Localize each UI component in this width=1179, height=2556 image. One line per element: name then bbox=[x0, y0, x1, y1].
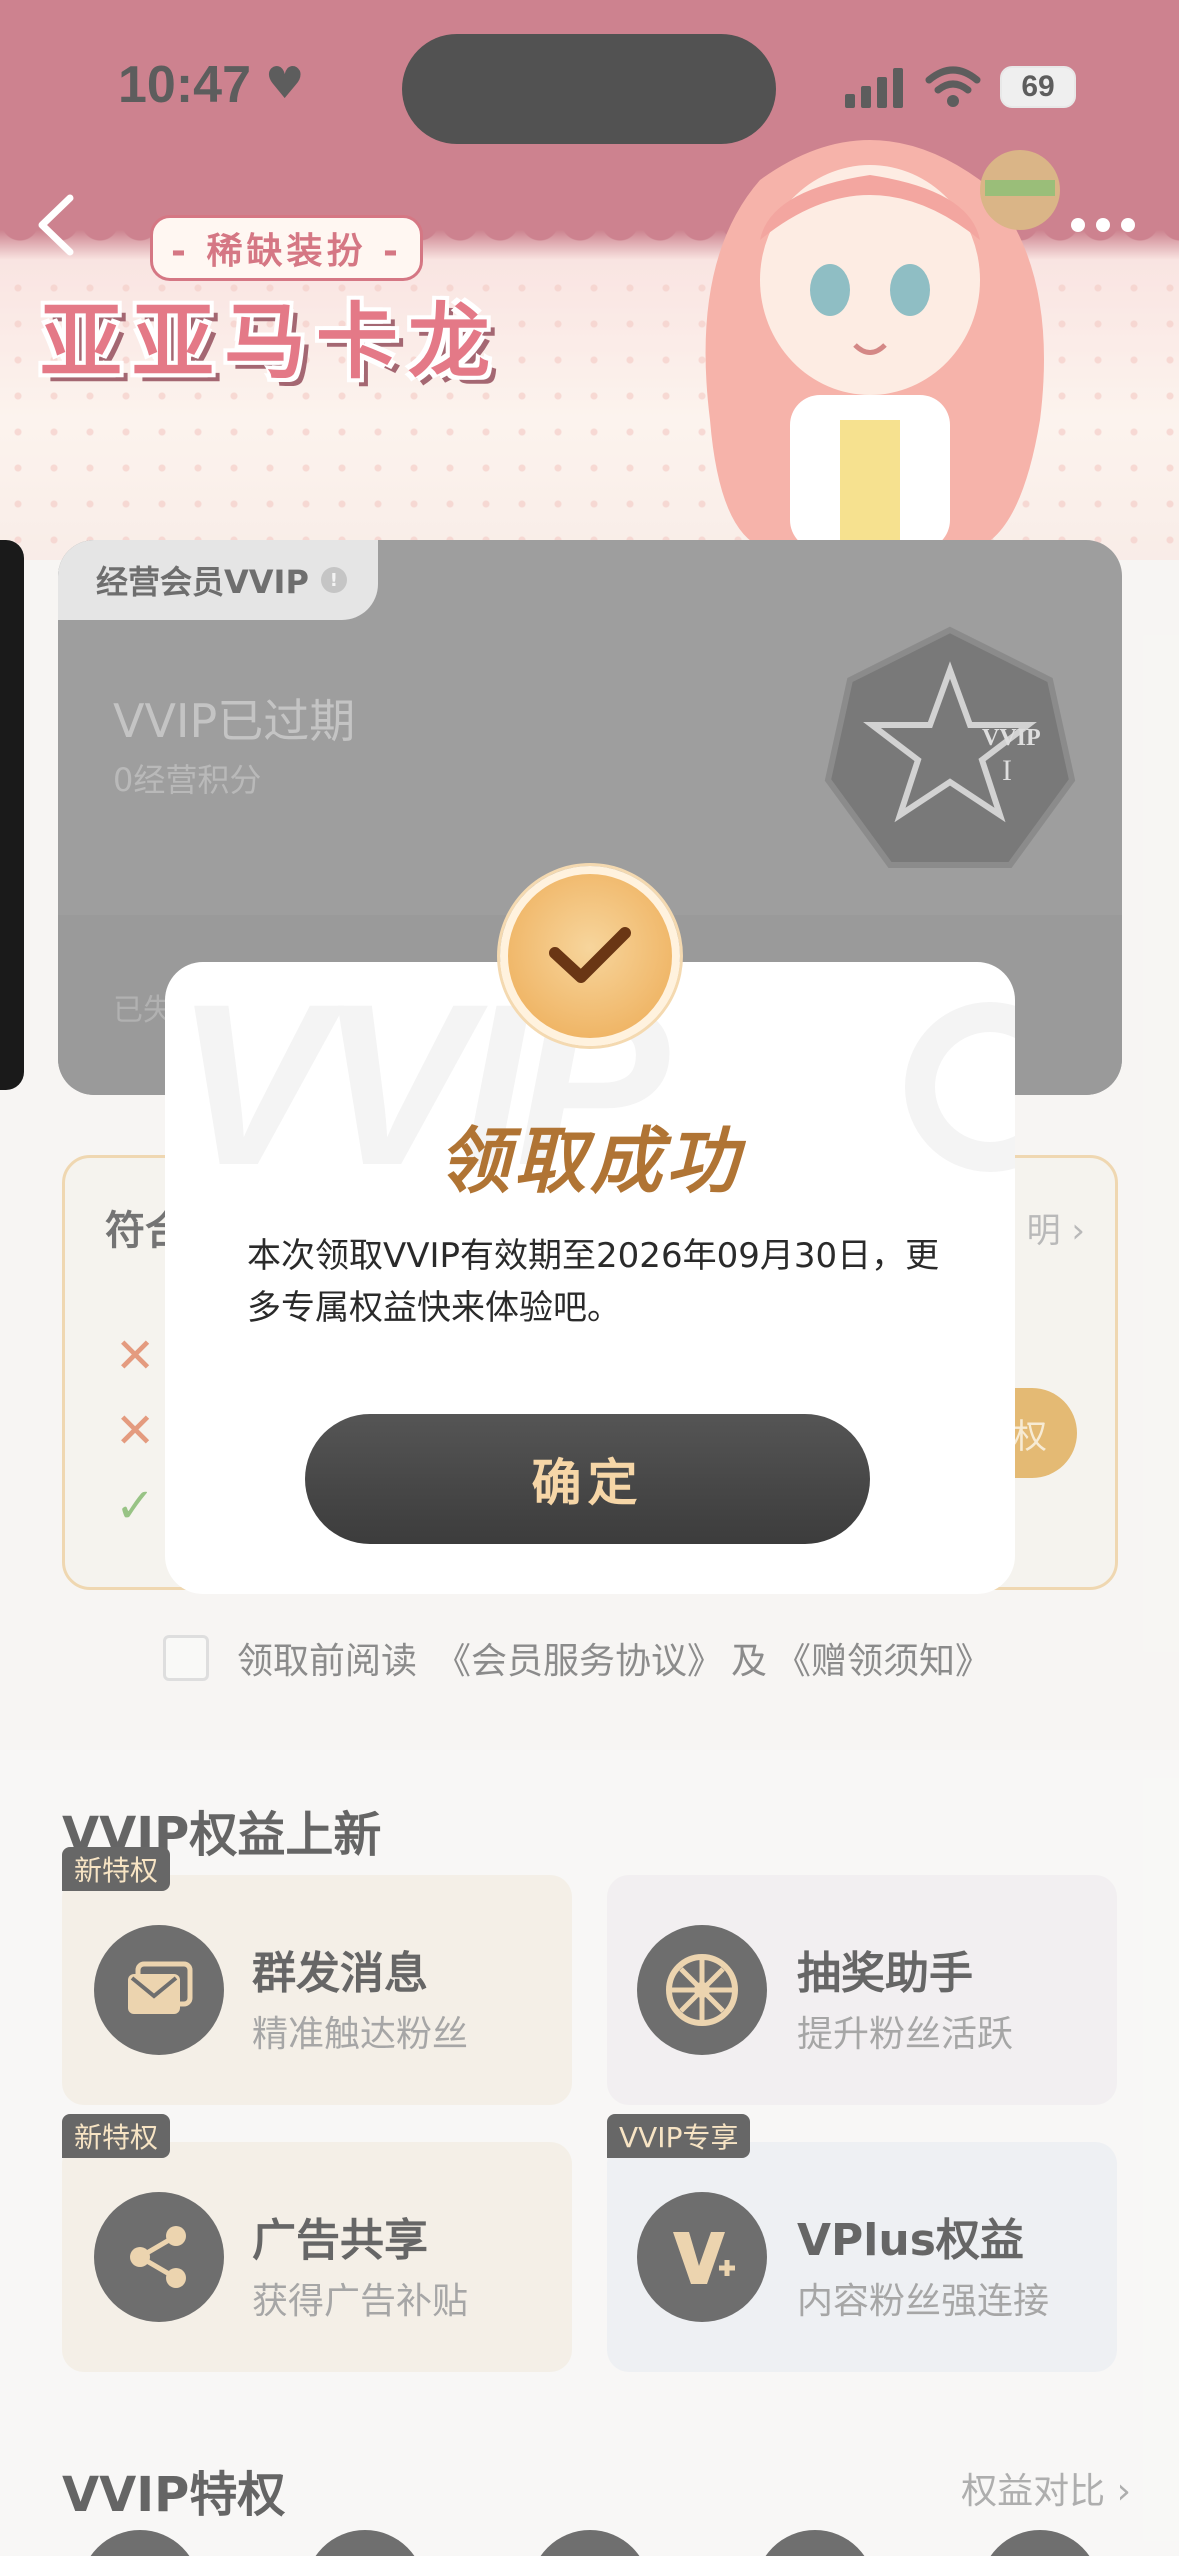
side-tab bbox=[0, 540, 24, 1090]
claim-success-dialog: VVIP 领取成功 本次领取VVIP有效期至2026年09月30日，更多专属权益… bbox=[165, 962, 1015, 1594]
success-check-icon bbox=[500, 866, 680, 1046]
dialog-message: 本次领取VVIP有效期至2026年09月30日，更多专属权益快来体验吧。 bbox=[247, 1236, 940, 1328]
dialog-title: 领取成功 bbox=[437, 1119, 742, 1203]
confirm-button[interactable]: 确定 bbox=[305, 1414, 870, 1544]
